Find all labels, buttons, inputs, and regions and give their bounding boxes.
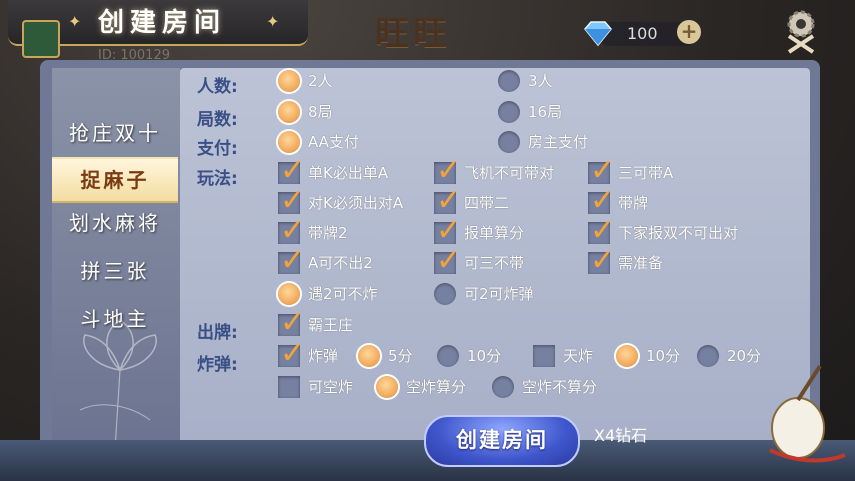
gear-icon[interactable]	[781, 6, 821, 56]
radio-icon	[278, 70, 300, 92]
radio-icon	[498, 70, 520, 92]
checkbox-icon	[434, 153, 461, 188]
checkbox-icon	[278, 183, 305, 218]
deal-label: 出牌:	[197, 323, 238, 343]
checkbox-icon	[588, 183, 615, 218]
play-label: 玩法:	[197, 169, 238, 189]
radio-icon	[278, 101, 300, 123]
payment-label: 支付:	[197, 139, 238, 159]
sparkle-icon: ✦	[266, 12, 280, 31]
checkbox-icon	[588, 213, 615, 248]
radio-icon	[434, 283, 456, 305]
page-title: 创建房间	[98, 8, 227, 38]
bomb-label: 炸弹:	[197, 355, 238, 375]
sparkle-icon: ✦	[68, 12, 82, 31]
checkbox-icon	[278, 376, 300, 398]
checkbox-icon	[588, 243, 615, 278]
radio-icon	[616, 345, 638, 367]
checkbox-icon	[278, 213, 305, 248]
radio-icon	[697, 345, 719, 367]
players-label: 人数:	[197, 77, 238, 97]
radio-icon	[437, 345, 459, 367]
radio-icon	[278, 131, 300, 153]
sidebar-item-doudizhu[interactable]: 斗地主	[52, 298, 178, 340]
radio-icon	[278, 283, 300, 305]
avatar[interactable]	[22, 20, 60, 58]
checkbox-icon	[278, 305, 305, 340]
checkbox-icon	[434, 183, 461, 218]
radio-icon	[376, 376, 398, 398]
top-bar: ✦ 创建房间 ✦ ID: 100129 旺旺 100 +	[0, 0, 855, 63]
radio-icon	[498, 131, 520, 153]
logo-text: 旺旺	[375, 14, 451, 54]
diamond-icon	[584, 21, 612, 47]
radio-icon	[492, 376, 514, 398]
checkbox-icon	[533, 345, 555, 367]
checkbox-icon	[278, 153, 305, 188]
cost-label: X4钻石	[594, 426, 648, 445]
checkbox-icon	[278, 243, 305, 278]
pipa-icon	[769, 364, 846, 463]
sidebar-item-zhuomazi[interactable]: 捉麻子	[52, 157, 178, 203]
radio-icon	[358, 345, 380, 367]
checkbox-icon	[434, 243, 461, 278]
checkbox-icon	[588, 153, 615, 188]
rounds-label: 局数:	[197, 110, 238, 130]
diamond-count: 100	[627, 24, 658, 43]
sidebar-item-huashui[interactable]: 划水麻将	[52, 202, 178, 244]
sidebar-item-qiangzhuang[interactable]: 抢庄双十	[52, 112, 178, 154]
add-diamond-button[interactable]: +	[677, 20, 701, 44]
radio-icon	[498, 101, 520, 123]
sidebar-item-pinsanzhang[interactable]: 拼三张	[52, 250, 178, 292]
checkbox-icon	[278, 336, 305, 371]
checkbox-icon	[434, 213, 461, 248]
create-room-button[interactable]: 创建房间	[424, 415, 580, 467]
